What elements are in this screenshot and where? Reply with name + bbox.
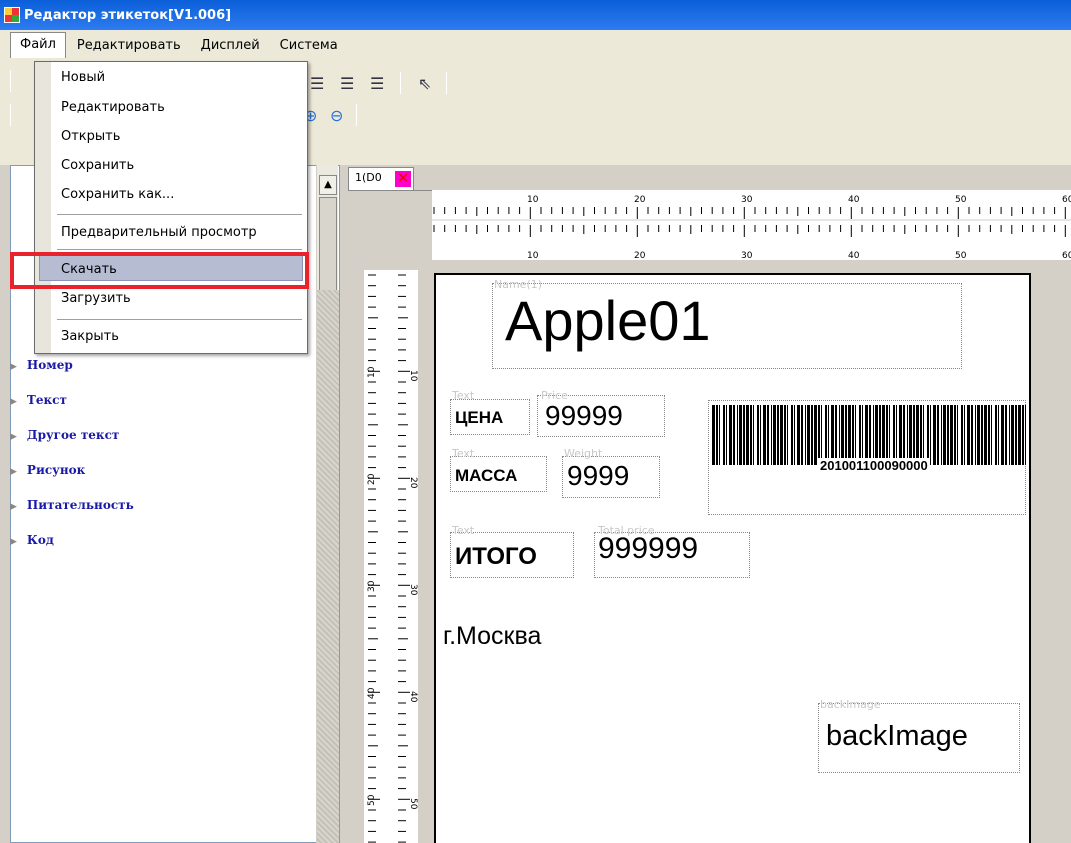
menu-separator xyxy=(57,249,302,250)
vertical-ruler: 10 20 30 40 50 10 20 30 40 50 xyxy=(364,270,418,843)
ruler-label: 50 xyxy=(955,195,967,205)
tree-item-label: Другое текст xyxy=(26,428,120,442)
expand-arrow-icon[interactable]: ▶ xyxy=(10,537,17,547)
tree-item-nutrition[interactable]: ▶ Питательность xyxy=(10,498,134,512)
close-tab-icon[interactable]: ✕ xyxy=(395,171,411,187)
total-label-text: ИТОГО xyxy=(455,543,537,570)
field-caption: Text xyxy=(452,524,475,537)
horizontal-ruler: 10 20 30 40 50 60 10 20 30 40 50 60 xyxy=(432,190,1071,260)
ruler-label: 40 xyxy=(848,251,860,260)
field-caption: backImage xyxy=(820,698,881,711)
ruler-label: 50 xyxy=(367,794,377,806)
tree-item-picture[interactable]: ▶ Рисунок xyxy=(10,463,85,477)
align-center-icon[interactable]: ☰ xyxy=(340,74,354,93)
weight-value: 9999 xyxy=(567,460,630,491)
ruler-label: 50 xyxy=(408,798,418,810)
ruler-label: 50 xyxy=(955,251,967,260)
menu-display[interactable]: Дисплей xyxy=(192,34,269,57)
ruler-label: 40 xyxy=(367,687,377,699)
ruler-label: 10 xyxy=(367,366,377,378)
ruler-label: 30 xyxy=(367,580,377,592)
scroll-track[interactable] xyxy=(317,290,339,843)
menu-item-preview[interactable]: Предварительный просмотр xyxy=(61,225,257,240)
window-title: Редактор этикеток[V1.006] xyxy=(24,7,232,23)
name-value: Apple01 xyxy=(505,289,711,352)
ruler-label: 10 xyxy=(527,251,539,260)
file-menu-dropdown: Новый Редактировать Открыть Сохранить Со… xyxy=(34,61,308,354)
ruler-label: 30 xyxy=(741,195,753,205)
menu-item-save-as[interactable]: Сохранить как... xyxy=(61,187,174,202)
ruler-label: 10 xyxy=(527,195,539,205)
align-right-icon[interactable]: ☰ xyxy=(370,74,384,93)
pointer-icon[interactable]: ⇖ xyxy=(418,74,431,93)
ruler-label: 20 xyxy=(634,251,646,260)
tree-item-other-text[interactable]: ▶ Другое текст xyxy=(10,428,119,442)
field-caption: Text xyxy=(452,447,475,460)
tree-item-label: Текст xyxy=(26,393,67,407)
ruler-label: 20 xyxy=(408,477,418,489)
total-price-value: 999999 xyxy=(598,532,699,565)
ruler-label: 20 xyxy=(634,195,646,205)
ruler-label: 60 xyxy=(1062,195,1071,205)
menu-file[interactable]: Файл xyxy=(10,32,66,58)
zoom-out-icon[interactable]: ⊖ xyxy=(330,106,343,125)
expand-arrow-icon[interactable]: ▶ xyxy=(10,502,17,512)
highlight-annotation-box xyxy=(10,252,309,289)
field-caption: Text xyxy=(452,389,475,402)
toolbar-separator xyxy=(10,104,11,126)
menu-edit[interactable]: Редактировать xyxy=(68,34,190,57)
menu-item-save[interactable]: Сохранить xyxy=(61,158,134,173)
ruler-label: 30 xyxy=(741,251,753,260)
tab-label-1[interactable]: 1(D0 ✕ xyxy=(348,167,414,190)
barcode-number: 201001100090000 xyxy=(818,458,930,473)
tab-label-text: 1(D0 xyxy=(355,171,382,184)
price-value: 99999 xyxy=(545,400,623,431)
tree-item-code[interactable]: ▶ Код xyxy=(10,533,54,547)
ruler-label: 60 xyxy=(1062,251,1071,260)
menu-item-close[interactable]: Закрыть xyxy=(61,329,119,344)
barcode-image xyxy=(712,405,1026,465)
tree-item-label: Код xyxy=(26,533,54,547)
tree-item-label: Питательность xyxy=(26,498,134,512)
field-caption: Weight xyxy=(564,447,603,460)
price-label-text: ЦЕНА xyxy=(455,408,504,427)
toolbar-separator xyxy=(356,104,357,126)
menu-system[interactable]: Система xyxy=(271,34,347,57)
menu-item-new[interactable]: Новый xyxy=(61,70,105,85)
ruler-label: 40 xyxy=(408,691,418,703)
toolbar-separator xyxy=(10,70,11,92)
tree-item-text[interactable]: ▶ Текст xyxy=(10,393,67,407)
title-bar: Редактор этикеток[V1.006] xyxy=(0,0,1071,30)
menu-icon-strip xyxy=(35,62,51,353)
align-left-icon[interactable]: ☰ xyxy=(310,74,324,93)
toolbar-separator xyxy=(400,72,401,94)
ruler-label: 40 xyxy=(848,195,860,205)
menu-separator xyxy=(57,214,302,215)
tree-item-label: Рисунок xyxy=(26,463,86,477)
expand-arrow-icon[interactable]: ▶ xyxy=(10,362,17,372)
expand-arrow-icon[interactable]: ▶ xyxy=(10,432,17,442)
app-icon xyxy=(4,7,20,23)
scroll-up-button[interactable]: ▲ xyxy=(319,175,337,195)
menu-separator xyxy=(57,319,302,320)
menu-bar: Файл Редактировать Дисплей Система xyxy=(0,30,1071,60)
ruler-label: 20 xyxy=(367,473,377,485)
weight-label-text: МАССА xyxy=(455,466,518,485)
toolbar-separator xyxy=(446,72,447,94)
menu-item-open[interactable]: Открыть xyxy=(61,129,120,144)
tree-item-label: Номер xyxy=(26,358,73,372)
ruler-label: 10 xyxy=(408,370,418,382)
expand-arrow-icon[interactable]: ▶ xyxy=(10,467,17,477)
city-text[interactable]: г.Москва xyxy=(443,622,541,651)
tree-item-number[interactable]: ▶ Номер xyxy=(10,358,73,372)
expand-arrow-icon[interactable]: ▶ xyxy=(10,397,17,407)
menu-item-upload[interactable]: Загрузить xyxy=(61,291,131,306)
menu-item-edit[interactable]: Редактировать xyxy=(61,100,165,115)
ruler-label: 30 xyxy=(408,584,418,596)
backimage-value: backImage xyxy=(826,720,968,752)
